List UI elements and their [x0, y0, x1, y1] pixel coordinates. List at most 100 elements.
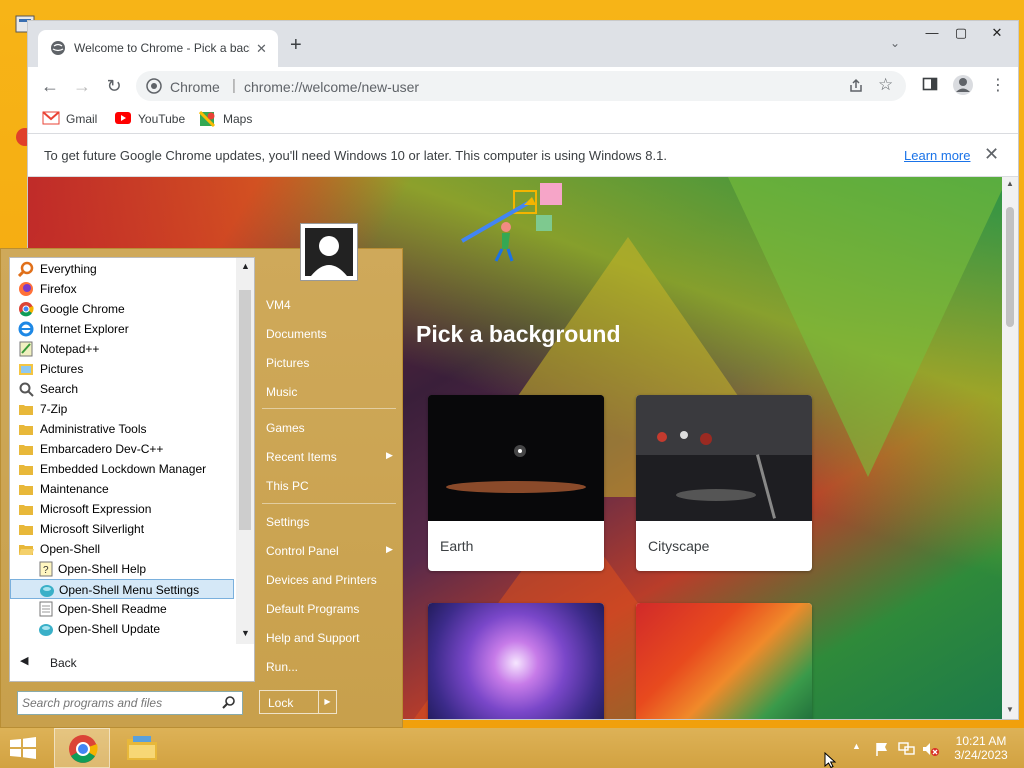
program-open-shell-menu-settings[interactable]: Open-Shell Menu Settings: [10, 579, 234, 599]
menu-item-help-and-support[interactable]: Help and Support: [266, 631, 359, 645]
share-icon[interactable]: [848, 78, 864, 97]
tab-welcome[interactable]: Welcome to Chrome - Pick a background ✕: [38, 30, 278, 67]
tab-title: Welcome to Chrome - Pick a background: [74, 41, 250, 55]
menu-item-pictures[interactable]: Pictures: [266, 356, 309, 370]
search-icon[interactable]: [222, 695, 236, 712]
menu-item-default-programs[interactable]: Default Programs: [266, 602, 359, 616]
back-button[interactable]: ◀ Back: [10, 652, 234, 674]
maximize-button[interactable]: ▢: [946, 23, 976, 45]
learn-more-link[interactable]: Learn more: [904, 148, 970, 163]
chrome-icon: [18, 301, 34, 317]
shell-icon: [39, 582, 55, 598]
system-clock[interactable]: 10:21 AM 3/24/2023: [948, 734, 1014, 762]
menu-item-run[interactable]: Run...: [266, 660, 298, 674]
show-hidden-icons-icon[interactable]: ▲: [852, 741, 861, 751]
page-scrollbar[interactable]: ▲ ▼: [1002, 177, 1018, 719]
bookmark-star-icon[interactable]: ☆: [878, 75, 893, 95]
taskbar: ▲ 10:21 AM 3/24/2023: [0, 728, 1024, 768]
forward-icon[interactable]: →: [70, 74, 94, 98]
background-card-cityscape[interactable]: Cityscape: [636, 395, 812, 571]
new-tab-button[interactable]: +: [290, 35, 302, 55]
mouse-cursor-icon: [824, 751, 838, 768]
search-programs-box[interactable]: [17, 691, 243, 715]
menu-item-recent-items[interactable]: Recent Items ▶: [266, 450, 394, 464]
chevron-up-icon[interactable]: ▲: [241, 261, 250, 271]
taskbar-chrome-button[interactable]: [54, 728, 110, 768]
search-input[interactable]: [22, 695, 212, 711]
address-bar[interactable]: Chrome | chrome://welcome/new-user ☆: [136, 71, 906, 101]
reload-icon[interactable]: ↻: [102, 74, 126, 98]
menu-item-this-pc[interactable]: This PC: [266, 479, 309, 493]
tab-strip: Welcome to Chrome - Pick a background ✕ …: [28, 21, 1018, 67]
minimize-button[interactable]: —: [917, 23, 947, 45]
background-card-galaxy[interactable]: [428, 603, 604, 719]
background-card-earth[interactable]: Earth: [428, 395, 604, 571]
action-center-flag-icon[interactable]: [874, 741, 890, 760]
menu-item-control-panel[interactable]: Control Panel ▶: [266, 544, 394, 558]
scroll-down-icon[interactable]: ▼: [1006, 705, 1014, 714]
program-folder-open-shell[interactable]: Open-Shell: [10, 539, 234, 559]
network-icon[interactable]: [898, 741, 916, 760]
url-text[interactable]: chrome://welcome/new-user: [244, 79, 419, 95]
program-folder[interactable]: Microsoft Expression: [10, 499, 234, 519]
chevron-down-icon[interactable]: ▼: [241, 628, 250, 638]
program-folder[interactable]: Administrative Tools: [10, 419, 234, 439]
program-folder[interactable]: Microsoft Silverlight: [10, 519, 234, 539]
tab-close-icon[interactable]: ✕: [256, 41, 267, 57]
chrome-site-icon[interactable]: [146, 78, 162, 97]
scrollbar-thumb[interactable]: [239, 290, 251, 530]
program-open-shell-update[interactable]: Open-Shell Update: [10, 619, 234, 639]
program-firefox[interactable]: Firefox: [10, 279, 234, 299]
program-notepad-plus-plus[interactable]: Notepad++: [10, 339, 234, 359]
cityscape-thumbnail: [636, 395, 812, 521]
scroll-up-icon[interactable]: ▲: [1006, 179, 1014, 188]
menu-item-devices-and-printers[interactable]: Devices and Printers: [266, 573, 377, 587]
clock-date: 3/24/2023: [954, 748, 1008, 762]
menu-dots-icon[interactable]: ⋮: [990, 75, 1006, 95]
clock-time: 10:21 AM: [955, 734, 1007, 748]
program-folder[interactable]: Maintenance: [10, 479, 234, 499]
program-folder[interactable]: 7-Zip: [10, 399, 234, 419]
shutdown-options-arrow-icon[interactable]: ▶: [318, 691, 336, 713]
galaxy-thumbnail: [428, 603, 604, 719]
folder-icon: [18, 501, 34, 517]
side-panel-icon[interactable]: [922, 76, 938, 95]
firefox-icon: [18, 281, 34, 297]
program-pictures[interactable]: Pictures: [10, 359, 234, 379]
program-search[interactable]: Search: [10, 379, 234, 399]
menu-item-settings[interactable]: Settings: [266, 515, 309, 529]
youtube-icon: [114, 111, 132, 128]
folder-icon: [18, 401, 34, 417]
card-label: Cityscape: [648, 538, 710, 554]
background-card-polygons[interactable]: [636, 603, 812, 719]
menu-item-vm4[interactable]: VM4: [266, 298, 291, 312]
program-everything[interactable]: Everything: [10, 259, 234, 279]
close-window-button[interactable]: ✕: [982, 23, 1012, 45]
submenu-arrow-icon: ▶: [386, 450, 393, 460]
menu-item-documents[interactable]: Documents: [266, 327, 327, 341]
tab-search-icon[interactable]: ⌄: [890, 36, 900, 50]
notepad-icon: [18, 341, 34, 357]
earth-thumbnail: [428, 395, 604, 521]
program-google-chrome[interactable]: Google Chrome: [10, 299, 234, 319]
menu-item-games[interactable]: Games: [266, 421, 305, 435]
programs-scrollbar[interactable]: ▲ ▼: [236, 258, 254, 644]
program-folder[interactable]: Embedded Lockdown Manager: [10, 459, 234, 479]
menu-item-music[interactable]: Music: [266, 385, 297, 399]
program-open-shell-help[interactable]: ? Open-Shell Help: [10, 559, 234, 579]
scrollbar-thumb[interactable]: [1006, 207, 1014, 327]
polygons-thumbnail: [636, 603, 812, 719]
profile-icon[interactable]: [952, 74, 974, 99]
program-open-shell-readme[interactable]: Open-Shell Readme: [10, 599, 234, 619]
card-label: Earth: [440, 538, 474, 554]
lock-button[interactable]: Lock ▶: [259, 690, 337, 714]
file-explorer-icon[interactable]: [125, 734, 159, 765]
infobar-message: To get future Google Chrome updates, you…: [44, 148, 667, 163]
program-folder[interactable]: Embarcadero Dev-C++: [10, 439, 234, 459]
volume-muted-icon[interactable]: [922, 741, 940, 760]
infobar-close-icon[interactable]: ✕: [984, 144, 999, 165]
user-avatar[interactable]: [301, 224, 357, 280]
windows-start-icon[interactable]: [6, 736, 40, 763]
program-internet-explorer[interactable]: Internet Explorer: [10, 319, 234, 339]
back-icon[interactable]: ←: [38, 74, 62, 98]
